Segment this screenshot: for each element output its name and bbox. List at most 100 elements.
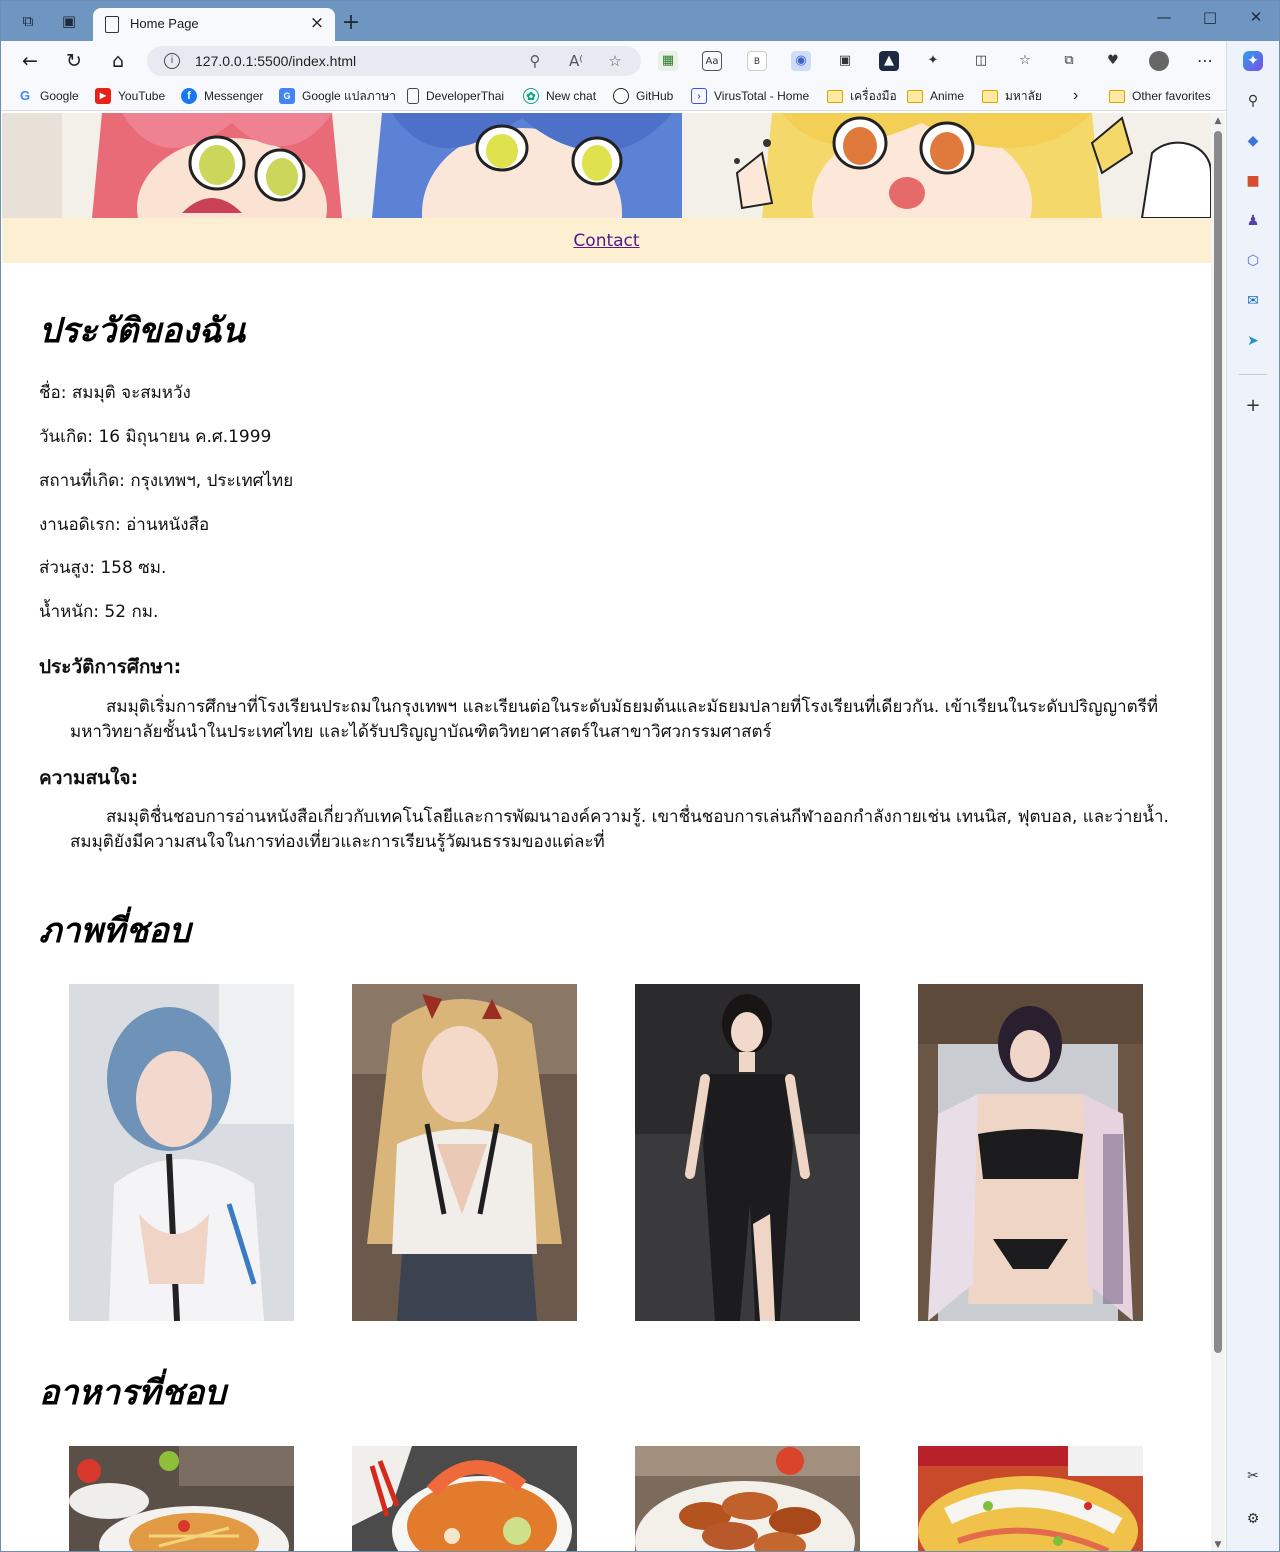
browser-window: ⧉ ▣ Home Page × + — □ ✕ ← ↻ ⌂ i 127.0.0.… — [0, 0, 1280, 1552]
folder-icon — [827, 89, 843, 103]
more-bookmarks-chevron-icon[interactable]: › — [1073, 86, 1078, 106]
new-tab-button[interactable]: + — [340, 12, 362, 35]
gallery-image-3[interactable] — [635, 984, 860, 1321]
back-button[interactable]: ← — [18, 50, 42, 72]
favorite-star-icon[interactable]: ☆ — [605, 51, 625, 71]
add-sidebar-app-icon[interactable]: + — [1243, 396, 1263, 416]
top-navbar: Contact — [2, 218, 1211, 263]
info-name: ชื่อ: สมมุติ จะสมหวัง — [39, 383, 191, 403]
b-extension-icon[interactable]: B — [747, 51, 767, 71]
dictionary-extension-icon[interactable]: Aa — [702, 51, 722, 71]
site-info-icon[interactable]: i — [164, 53, 180, 69]
favorites-bar: G Google ▶ YouTube f Messenger G Google แปลภ… — [1, 81, 1226, 111]
contact-link[interactable]: Contact — [573, 231, 639, 251]
close-tab-icon[interactable]: × — [307, 13, 327, 33]
bookmark-other-favorites[interactable]: Other favorites — [1109, 86, 1211, 106]
info-birthplace: สถานที่เกิด: กรุงเทพฯ, ประเทศไทย — [39, 471, 294, 491]
navigation-toolbar: ← ↻ ⌂ i 127.0.0.1:5500/index.html ⚲ A⁽ ☆… — [1, 41, 1226, 81]
page-viewport: Contact ประวัติของฉัน ชื่อ: สมมุติ จะสมห… — [2, 113, 1211, 1551]
browser-essentials-icon[interactable]: ♥ — [1103, 51, 1123, 71]
picture-in-picture-icon[interactable]: ▣ — [835, 51, 855, 71]
send-icon[interactable]: ➤ — [1243, 331, 1263, 351]
copilot-icon[interactable]: ✦ — [1243, 51, 1263, 71]
scrollbar-thumb[interactable] — [1214, 131, 1222, 1353]
bookmark-new-chat[interactable]: ✿ New chat — [523, 86, 596, 106]
github-icon — [613, 88, 629, 104]
food-image-2[interactable] — [352, 1446, 577, 1551]
favorite-images-heading: ภาพที่ชอบ — [39, 911, 191, 951]
bookmark-messenger[interactable]: f Messenger — [181, 86, 263, 106]
shopping-tag-icon[interactable]: ◆ — [1243, 131, 1263, 151]
scroll-down-arrow-icon[interactable]: ▼ — [1212, 1539, 1224, 1551]
tools-briefcase-icon[interactable]: ■ — [1243, 171, 1263, 191]
more-menu-icon[interactable]: ⋯ — [1195, 51, 1215, 71]
food-image-3[interactable] — [635, 1446, 860, 1551]
search-extension-icon[interactable]: ◉ — [791, 51, 811, 71]
extensions-icon[interactable]: ✦ — [923, 51, 943, 71]
tab-actions-icon[interactable]: ▣ — [59, 11, 79, 31]
gallery-image-2[interactable] — [352, 984, 577, 1321]
profile-avatar[interactable] — [1149, 51, 1169, 71]
folder-icon — [1109, 89, 1125, 103]
tab-title: Home Page — [130, 16, 199, 31]
header-banner-image — [2, 113, 1211, 218]
bookmark-google[interactable]: G Google — [17, 86, 79, 106]
interests-paragraph: สมมุติชื่นชอบการอ่านหนังสือเกี่ยวกับเทคโ… — [70, 807, 1169, 852]
collections-icon[interactable]: ⧉ — [1059, 51, 1079, 71]
microsoft-365-icon[interactable]: ⬡ — [1243, 251, 1263, 271]
page-icon — [105, 16, 119, 33]
education-heading: ประวัติการศึกษา: — [39, 656, 182, 678]
refresh-button[interactable]: ↻ — [62, 50, 86, 72]
address-bar[interactable]: i 127.0.0.1:5500/index.html ⚲ A⁽ ☆ — [147, 46, 641, 76]
folder-icon — [982, 89, 998, 103]
food-image-4[interactable] — [918, 1446, 1143, 1551]
maximize-button[interactable]: □ — [1197, 7, 1223, 27]
bookmark-folder-tools[interactable]: เครื่องมือ — [827, 86, 897, 106]
scroll-up-arrow-icon[interactable]: ▲ — [1212, 115, 1224, 127]
zoom-icon[interactable]: ⚲ — [525, 51, 545, 71]
favorites-icon[interactable]: ☆ — [1015, 51, 1035, 71]
tab-home-page[interactable]: Home Page × — [93, 8, 335, 42]
calendar-extension-icon[interactable]: ▦ — [658, 51, 678, 71]
gallery-image-1[interactable] — [69, 984, 294, 1321]
split-screen-icon[interactable]: ◫ — [971, 51, 991, 71]
settings-gear-icon[interactable]: ⚙ — [1243, 1509, 1263, 1529]
screenshot-icon[interactable]: ✂ — [1243, 1466, 1263, 1486]
url-text[interactable]: 127.0.0.1:5500/index.html — [195, 53, 356, 69]
bio-heading: ประวัติของฉัน — [39, 311, 245, 351]
favorite-food-heading: อาหารที่ชอบ — [39, 1373, 226, 1413]
anime-banner-illustration — [2, 113, 1211, 218]
facebook-icon: f — [181, 88, 197, 104]
bookmark-github[interactable]: GitHub — [613, 86, 673, 106]
read-aloud-icon[interactable]: A⁽ — [566, 51, 586, 71]
bookmark-folder-university[interactable]: มหาลัย — [982, 86, 1042, 106]
bookmark-virustotal[interactable]: › VirusTotal - Home — [691, 86, 809, 106]
interests-heading: ความสนใจ: — [39, 767, 139, 789]
info-weight: น้ำหนัก: 52 กม. — [39, 602, 159, 622]
google-icon: G — [19, 88, 31, 103]
chatgpt-icon: ✿ — [523, 88, 539, 104]
google-translate-icon: G — [279, 88, 295, 104]
bookmark-developerthai[interactable]: DeveloperThai — [407, 86, 504, 106]
close-window-button[interactable]: ✕ — [1243, 7, 1269, 27]
title-bar: ⧉ ▣ Home Page × + — □ ✕ — [1, 1, 1279, 42]
page-icon — [407, 88, 419, 104]
virustotal-icon: › — [691, 88, 707, 104]
outlook-icon[interactable]: ✉ — [1243, 291, 1263, 311]
info-height: ส่วนสูง: 158 ซม. — [39, 558, 167, 578]
bookmark-folder-anime[interactable]: Anime — [907, 86, 964, 106]
info-birthday: วันเกิด: 16 มิถุนายน ค.ศ.1999 — [39, 427, 272, 447]
bookmark-google-translate[interactable]: G Google แปลภาษา — [279, 86, 396, 106]
workspaces-icon[interactable]: ⧉ — [18, 11, 38, 31]
food-image-1[interactable] — [69, 1446, 294, 1551]
bookmark-youtube[interactable]: ▶ YouTube — [95, 86, 165, 106]
app-extension-icon[interactable]: ▲ — [879, 51, 899, 71]
info-hobby: งานอดิเรก: อ่านหนังสือ — [39, 515, 210, 535]
minimize-button[interactable]: — — [1151, 7, 1177, 27]
search-icon[interactable]: ⚲ — [1243, 91, 1263, 111]
home-button[interactable]: ⌂ — [106, 50, 130, 72]
education-paragraph: สมมุติเริ่มการศึกษาที่โรงเรียนประถมในกรุ… — [70, 697, 1159, 742]
folder-icon — [907, 89, 923, 103]
gallery-image-4[interactable] — [918, 984, 1143, 1321]
games-icon[interactable]: ♟ — [1243, 211, 1263, 231]
